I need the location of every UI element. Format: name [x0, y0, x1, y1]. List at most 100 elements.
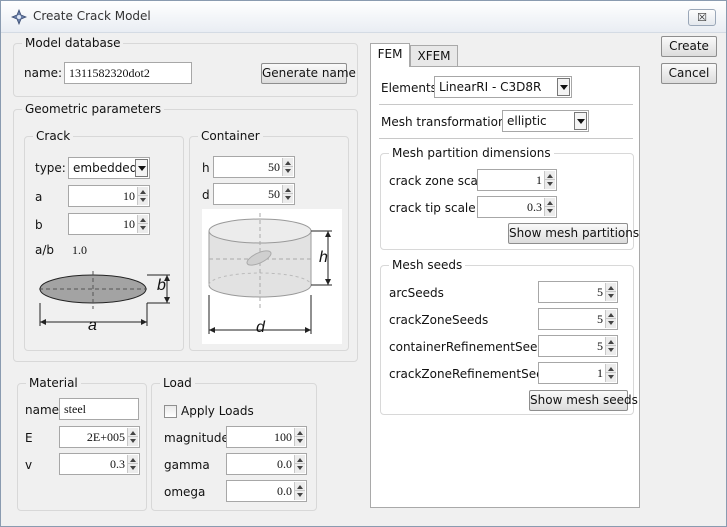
- spinner-arrows-icon[interactable]: [605, 283, 616, 301]
- show-mesh-partitions-button[interactable]: Show mesh partitions: [508, 223, 639, 244]
- container-diagram-h-label: h: [319, 249, 328, 266]
- spinner-arrows-icon[interactable]: [544, 198, 555, 216]
- crack-tip-scale-value: 0.3: [527, 200, 542, 214]
- crack-group: Crack type: embedded a 10 b 10 a/b 1.0 a…: [24, 129, 184, 351]
- material-e-spinner[interactable]: 2E+005: [59, 426, 140, 448]
- spinner-arrows-icon[interactable]: [294, 455, 305, 473]
- crack-ab-value: 1.0: [72, 243, 87, 257]
- apply-loads-label: Apply Loads: [181, 404, 254, 418]
- gamma-spinner[interactable]: 0.0: [226, 453, 307, 475]
- crack-type-select[interactable]: embedded: [68, 157, 150, 179]
- magnitude-spinner[interactable]: 100: [226, 426, 307, 448]
- tab-xfem[interactable]: XFEM: [410, 45, 458, 67]
- show-mesh-seeds-button[interactable]: Show mesh seeds: [529, 390, 638, 411]
- spinner-arrows-icon[interactable]: [282, 158, 293, 176]
- crack-diagram-a-label: a: [88, 317, 97, 334]
- material-name-input[interactable]: steel: [59, 398, 139, 420]
- crack-zone-seeds-value: 5: [597, 312, 603, 326]
- chevron-down-icon: [135, 159, 148, 177]
- mesh-seeds-legend: Mesh seeds: [389, 258, 466, 272]
- crack-type-label: type:: [35, 161, 66, 175]
- spinner-arrows-icon[interactable]: [282, 185, 293, 203]
- crack-b-spinner[interactable]: 10: [68, 213, 150, 235]
- window-title: Create Crack Model: [33, 9, 151, 23]
- fem-tab-panel: Elements LinearRI - C3D8R Mesh transform…: [370, 66, 640, 508]
- container-d-spinner[interactable]: 50: [213, 183, 295, 205]
- crack-zone-seeds-spinner[interactable]: 5: [538, 308, 618, 330]
- spinner-arrows-icon[interactable]: [294, 428, 305, 446]
- gamma-label: gamma: [164, 458, 210, 472]
- crack-ab-label: a/b: [35, 243, 55, 257]
- material-legend: Material: [26, 376, 81, 390]
- container-diagram-d-label: d: [256, 319, 265, 336]
- material-name-label: name: [25, 403, 60, 417]
- container-refinement-seeds-label: containerRefinementSeeds: [389, 340, 552, 354]
- crack-zone-scale-spinner[interactable]: 1: [477, 169, 557, 191]
- load-legend: Load: [160, 376, 195, 390]
- material-group: Material name steel E 2E+005 v 0.3: [17, 376, 147, 511]
- gamma-value: 0.0: [277, 457, 292, 471]
- tab-fem[interactable]: FEM: [370, 43, 410, 67]
- crack-type-value: embedded: [73, 161, 138, 175]
- mesh-partition-group: Mesh partition dimensions crack zone sca…: [380, 146, 639, 250]
- generate-name-button[interactable]: Generate name: [261, 63, 356, 84]
- material-v-label: v: [25, 458, 33, 472]
- load-group: Load Apply Loads magnitude 100 gamma 0.0…: [151, 376, 317, 511]
- crack-tip-scale-label: crack tip scale: [389, 201, 476, 215]
- model-database-group: Model database name: 1311582320dot2 Gene…: [13, 36, 358, 97]
- spinner-arrows-icon[interactable]: [127, 428, 138, 446]
- container-h-value: 50: [268, 160, 280, 174]
- container-refinement-seeds-spinner[interactable]: 5: [538, 335, 618, 357]
- geometric-parameters-group: Geometric parameters Crack type: embedde…: [13, 102, 358, 362]
- arc-seeds-value: 5: [597, 285, 603, 299]
- crack-a-label: a: [35, 190, 43, 204]
- spinner-arrows-icon[interactable]: [137, 187, 148, 205]
- close-icon: ☒: [697, 11, 707, 24]
- omega-spinner[interactable]: 0.0: [226, 480, 307, 502]
- app-icon: [11, 9, 27, 25]
- spinner-arrows-icon[interactable]: [544, 171, 555, 189]
- container-h-label: h: [202, 161, 210, 175]
- separator: [379, 104, 633, 105]
- crack-zone-refinement-seeds-spinner[interactable]: 1: [538, 362, 618, 384]
- mesh-transformation-select[interactable]: elliptic: [502, 110, 589, 132]
- container-group: Container h 50 d 50 h d: [189, 129, 349, 351]
- spinner-arrows-icon[interactable]: [137, 215, 148, 233]
- spinner-arrows-icon[interactable]: [127, 455, 138, 473]
- elements-value: LinearRI - C3D8R: [439, 80, 542, 94]
- model-name-input[interactable]: 1311582320dot2: [64, 62, 192, 84]
- apply-loads-checkbox[interactable]: [164, 405, 177, 418]
- mesh-seeds-group: Mesh seeds arcSeeds 5 crackZoneSeeds 5 c…: [380, 258, 638, 415]
- spinner-arrows-icon[interactable]: [294, 482, 305, 500]
- material-v-spinner[interactable]: 0.3: [59, 453, 140, 475]
- arc-seeds-spinner[interactable]: 5: [538, 281, 618, 303]
- container-refinement-seeds-value: 5: [597, 339, 603, 353]
- title-bar: Create Crack Model ☒: [1, 1, 726, 33]
- create-button[interactable]: Create: [661, 36, 717, 57]
- crack-a-spinner[interactable]: 10: [68, 185, 150, 207]
- geometric-parameters-legend: Geometric parameters: [22, 102, 165, 116]
- elements-select[interactable]: LinearRI - C3D8R: [434, 76, 572, 98]
- material-v-value: 0.3: [110, 457, 125, 471]
- create-crack-model-dialog: Create Crack Model ☒ Model database name…: [0, 0, 727, 527]
- spinner-arrows-icon[interactable]: [605, 337, 616, 355]
- container-cylinder-diagram: [202, 209, 342, 344]
- mesh-transformation-label: Mesh transformation:: [381, 115, 510, 129]
- omega-label: omega: [164, 485, 206, 499]
- container-d-label: d: [202, 188, 210, 202]
- mesh-transformation-value: elliptic: [507, 114, 547, 128]
- magnitude-value: 100: [274, 430, 292, 444]
- crack-diagram-b-label: b: [157, 277, 166, 294]
- crack-legend: Crack: [33, 129, 74, 143]
- container-h-spinner[interactable]: 50: [213, 156, 295, 178]
- crack-tip-scale-spinner[interactable]: 0.3: [477, 196, 557, 218]
- crack-b-value: 10: [123, 217, 135, 231]
- close-button[interactable]: ☒: [688, 9, 716, 26]
- cancel-button[interactable]: Cancel: [661, 63, 717, 84]
- container-legend: Container: [198, 129, 263, 143]
- crack-zone-scale-value: 1: [536, 173, 542, 187]
- spinner-arrows-icon[interactable]: [605, 310, 616, 328]
- spinner-arrows-icon[interactable]: [605, 364, 616, 382]
- crack-zone-refinement-seeds-value: 1: [597, 366, 603, 380]
- arc-seeds-label: arcSeeds: [389, 286, 444, 300]
